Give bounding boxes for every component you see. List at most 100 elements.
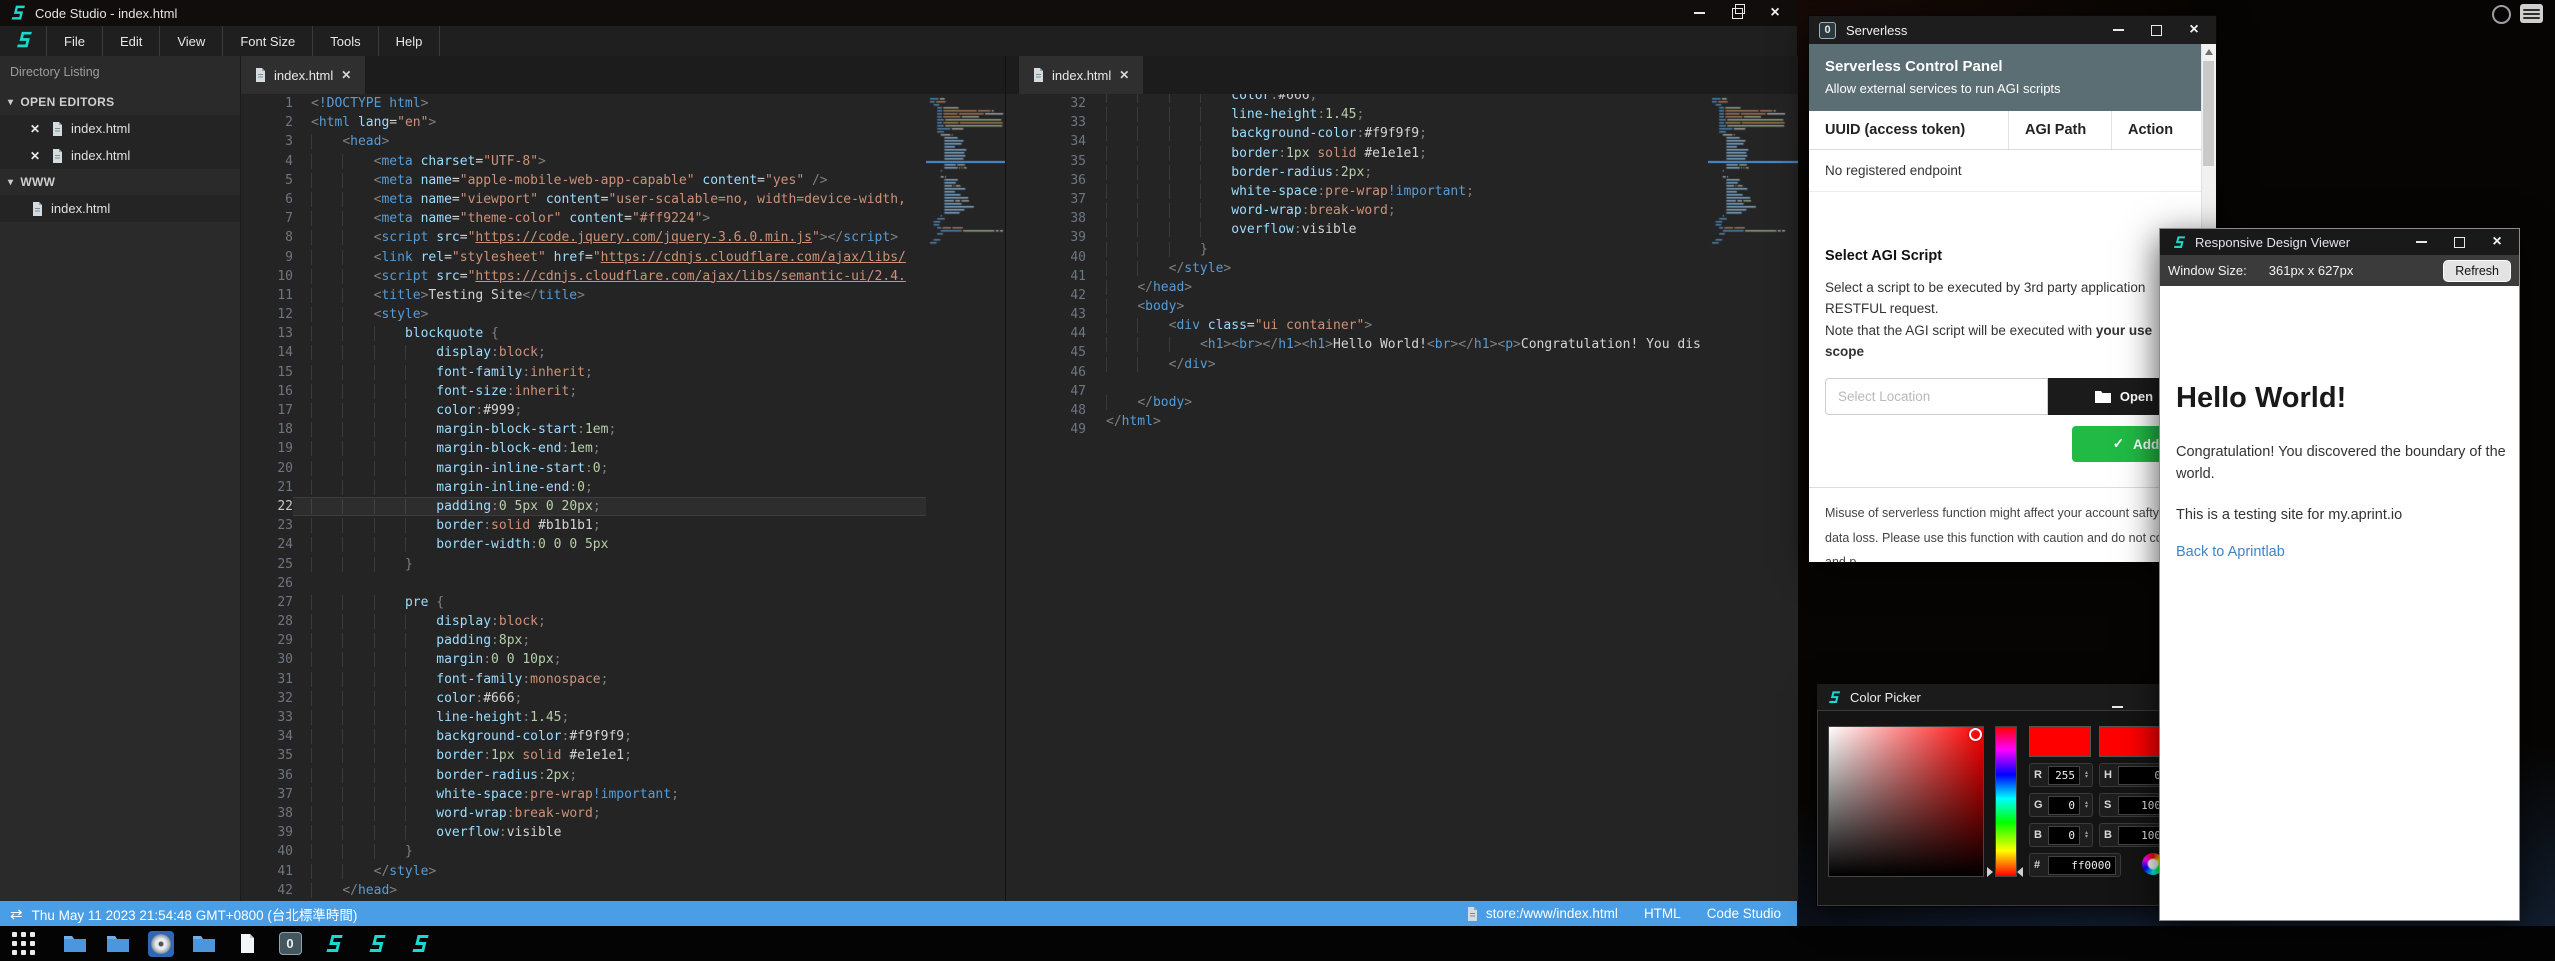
minimize-button[interactable]	[1693, 12, 1705, 14]
title-bar[interactable]: Code Studio - index.html ×	[0, 0, 1797, 26]
refresh-button[interactable]: Refresh	[2443, 260, 2511, 282]
status-time[interactable]: Thu May 11 2023 21:54:48 GMT+0800 (台北標準時…	[32, 904, 358, 924]
hue-marker-right-icon	[2017, 867, 2023, 877]
close-icon[interactable]: ✕	[30, 122, 44, 136]
maximize-button[interactable]	[2150, 25, 2162, 36]
code-studio-logo-icon	[1826, 690, 1841, 705]
menu-view[interactable]: View	[160, 26, 223, 56]
code-line: </div>	[1106, 355, 1708, 374]
line-number: 49	[1006, 420, 1086, 439]
green-field[interactable]: G0 ▴▾	[2029, 793, 2093, 817]
menu-file[interactable]: File	[47, 26, 103, 56]
line-number: 27	[241, 593, 293, 612]
table-empty-row: No registered endpoint	[1809, 150, 2202, 192]
file-icon	[1467, 907, 1478, 921]
script-location-input[interactable]	[1825, 378, 2048, 415]
red-field[interactable]: R255 ▴▾	[2029, 763, 2093, 787]
menu-edit[interactable]: Edit	[103, 26, 160, 56]
taskbar-folder-3-icon[interactable]	[191, 931, 217, 957]
code-line	[1106, 374, 1708, 393]
minimap[interactable]	[1708, 94, 1798, 901]
taskbar-folder-1-icon[interactable]	[62, 931, 88, 957]
line-number: 42	[241, 881, 293, 900]
taskbar-code-studio-2-icon[interactable]	[363, 931, 389, 957]
code-line: background-color:#f9f9f9;	[311, 727, 926, 746]
serverless-title-bar[interactable]: 0 Serverless ×	[1809, 16, 2216, 44]
hex-field[interactable]: #ff0000	[2029, 853, 2121, 877]
close-icon[interactable]: ✕	[30, 149, 44, 163]
tab-index-html-1[interactable]: index.html ✕	[241, 56, 365, 94]
line-number: 10	[241, 267, 293, 286]
code-line: <div class="ui container">	[1106, 316, 1708, 335]
close-tab-icon[interactable]: ✕	[341, 68, 351, 82]
scroll-up-icon[interactable]	[2205, 49, 2213, 55]
serverless-panel-header: Serverless Control Panel Allow external …	[1809, 44, 2202, 111]
taskbar-code-studio-1-icon[interactable]	[320, 931, 346, 957]
line-number: 26	[241, 574, 293, 593]
minimize-button[interactable]	[2112, 29, 2124, 31]
close-button[interactable]: ×	[1769, 5, 1781, 21]
line-number: 34	[1006, 132, 1086, 151]
restore-button[interactable]	[1731, 8, 1743, 19]
code-text[interactable]: color:#666; line-height:1.45; background…	[1106, 94, 1708, 431]
code-editor-1[interactable]: 1234567891011121314151617181920212223242…	[241, 94, 926, 901]
taskbar-app-launcher-icon[interactable]	[12, 931, 45, 957]
color-cursor-icon[interactable]	[1969, 728, 1982, 741]
sidebar-item-index.html[interactable]: ✕index.html	[0, 115, 240, 142]
code-line: <style>	[311, 305, 926, 324]
stepper-icon[interactable]: ▴▾	[2085, 771, 2088, 779]
line-number-gutter: 323334353637383940414243444546474849	[1006, 94, 1086, 439]
hue-slider[interactable]	[1995, 726, 2017, 877]
menu-help[interactable]: Help	[379, 26, 441, 56]
line-number: 40	[1006, 248, 1086, 267]
blue-field[interactable]: B0 ▴▾	[2029, 823, 2093, 847]
taskbar-folder-2-icon[interactable]	[105, 931, 131, 957]
minimize-button[interactable]	[2415, 241, 2427, 243]
taskbar-serverless-app-icon[interactable]: 0	[277, 931, 303, 957]
maximize-button[interactable]	[2453, 237, 2465, 248]
menu-font-size[interactable]: Font Size	[223, 26, 313, 56]
taskbar-document-icon[interactable]	[234, 931, 260, 957]
line-number: 37	[241, 785, 293, 804]
minimize-button[interactable]	[2112, 696, 2123, 711]
status-app[interactable]: Code Studio	[1707, 906, 1781, 921]
saturation-square[interactable]	[1828, 726, 1984, 877]
minimap[interactable]	[926, 94, 1006, 901]
tab-label: index.html	[274, 68, 333, 83]
desktop-status-circle-icon[interactable]	[2492, 5, 2511, 24]
current-color-swatch	[2029, 726, 2091, 757]
sidebar-section-www[interactable]: ▾WWW	[0, 169, 240, 195]
close-button[interactable]: ×	[2491, 234, 2503, 250]
stepper-icon[interactable]: ▴▾	[2085, 801, 2088, 809]
sidebar-section-open-editors[interactable]: ▾OPEN EDITORS	[0, 89, 240, 115]
close-tab-icon[interactable]: ✕	[1119, 68, 1129, 82]
line-number: 43	[1006, 305, 1086, 324]
line-number: 1	[241, 94, 293, 113]
line-number: 4	[241, 152, 293, 171]
sidebar-item-index.html[interactable]: ✕index.html	[0, 142, 240, 169]
code-line: blockquote {	[311, 324, 926, 343]
line-number: 33	[241, 708, 293, 727]
back-link[interactable]: Back to Aprintlab	[2176, 544, 2285, 560]
desktop-menu-icon[interactable]	[2520, 4, 2543, 23]
code-line: white-space:pre-wrap!important;	[311, 785, 926, 804]
taskbar-disc-icon[interactable]	[148, 931, 174, 957]
line-number: 8	[241, 228, 293, 247]
code-line: word-wrap:break-word;	[1106, 201, 1708, 220]
taskbar-code-studio-3-icon[interactable]	[406, 931, 432, 957]
code-line: color:#999;	[311, 401, 926, 420]
code-editor-2[interactable]: 323334353637383940414243444546474849 col…	[1006, 94, 1708, 901]
stepper-icon[interactable]: ▴▾	[2085, 831, 2088, 839]
status-bar: ⇄ Thu May 11 2023 21:54:48 GMT+0800 (台北標…	[0, 901, 1797, 926]
code-line: <link rel="stylesheet" href="https://cdn…	[311, 248, 926, 267]
line-number: 3	[241, 132, 293, 151]
close-button[interactable]: ×	[2188, 22, 2200, 38]
menu-tools[interactable]: Tools	[313, 26, 378, 56]
sidebar-item-index.html[interactable]: index.html	[0, 195, 240, 222]
scrollbar-thumb[interactable]	[2203, 61, 2214, 166]
viewer-title-bar[interactable]: Responsive Design Viewer ×	[2160, 229, 2519, 255]
tab-index-html-2[interactable]: index.html ✕	[1019, 56, 1143, 94]
status-file[interactable]: store:/www/index.html	[1467, 906, 1618, 921]
status-language[interactable]: HTML	[1644, 906, 1681, 921]
sidebar-heading: Directory Listing	[0, 56, 240, 89]
